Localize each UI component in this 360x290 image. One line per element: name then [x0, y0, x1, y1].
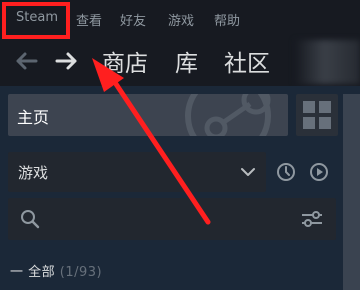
grid-view-icon: [303, 101, 331, 129]
menu-friends[interactable]: 好友: [120, 10, 146, 29]
tab-community[interactable]: 社区: [224, 44, 270, 78]
home-button[interactable]: 主页: [8, 94, 288, 136]
section-label: 一 全部 (1/93): [10, 265, 103, 280]
home-label: 主页: [17, 108, 50, 127]
all-games-section-header[interactable]: 一 全部 (1/93): [0, 252, 340, 290]
grid-view-button[interactable]: [296, 94, 338, 136]
content-edge: [343, 94, 360, 290]
back-arrow-icon[interactable]: [14, 51, 38, 71]
chevron-down-icon: [241, 168, 255, 176]
play-icon[interactable]: [309, 162, 329, 182]
blurred-username: [295, 40, 360, 84]
menu-help[interactable]: 帮助: [214, 10, 240, 29]
steam-logo-watermark-icon: [158, 94, 298, 136]
tab-store[interactable]: 商店: [102, 44, 148, 78]
games-dropdown-value: 游戏: [18, 164, 49, 182]
search-icon: [21, 210, 40, 229]
menu-bar: Steam 查看 好友 游戏 帮助: [0, 0, 360, 38]
forward-arrow-icon[interactable]: [55, 51, 79, 71]
menu-view[interactable]: 查看: [76, 10, 102, 29]
section-count: (1/93): [59, 265, 103, 280]
search-bar[interactable]: [8, 198, 336, 240]
clock-icon[interactable]: [276, 162, 296, 182]
tab-library[interactable]: 库: [175, 44, 198, 78]
filter-sliders-icon[interactable]: [300, 209, 324, 229]
games-dropdown[interactable]: 游戏: [8, 152, 266, 192]
menu-steam[interactable]: Steam: [16, 10, 58, 25]
menu-games[interactable]: 游戏: [168, 10, 194, 29]
